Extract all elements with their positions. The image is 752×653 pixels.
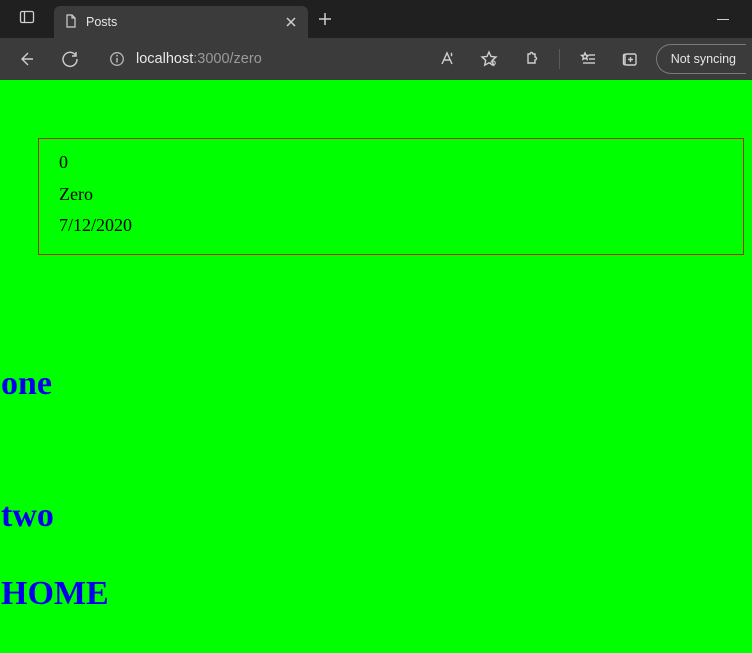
page-viewport: 0 Zero 7/12/2020 one two HOME [0,80,752,653]
url-host: localhost [136,51,193,67]
sync-label: Not syncing [671,52,736,66]
arrow-left-icon [17,50,35,68]
close-icon [286,17,296,27]
link-home[interactable]: HOME [1,575,752,613]
puzzle-icon [522,50,540,68]
refresh-button[interactable] [50,42,90,76]
refresh-icon [61,50,79,68]
site-info-button[interactable] [100,42,134,76]
minimize-icon [717,19,729,20]
favorite-button[interactable] [469,42,509,76]
browser-tab[interactable]: Posts [54,6,308,38]
link-two[interactable]: two [1,497,752,535]
toolbar-divider [559,49,560,69]
post-date: 7/12/2020 [59,210,723,242]
link-one[interactable]: one [1,365,752,403]
collections-icon [621,50,639,68]
window-minimize-button[interactable] [700,0,746,38]
collections-button[interactable] [610,42,650,76]
read-aloud-icon [438,50,456,68]
url-text: localhost:3000/zero [136,51,262,67]
info-icon [109,51,125,67]
back-button[interactable] [6,42,46,76]
read-aloud-button[interactable] [427,42,467,76]
star-icon [480,50,498,68]
page-icon [64,14,78,31]
tab-close-button[interactable] [284,15,298,29]
post-id: 0 [59,147,723,179]
toolbar-right: Not syncing [427,42,746,76]
post-card: 0 Zero 7/12/2020 [38,138,744,255]
star-list-icon [579,50,597,68]
tab-actions-button[interactable] [0,0,54,38]
window-titlebar: Posts [0,0,752,38]
post-title: Zero [59,179,723,211]
favorites-list-button[interactable] [568,42,608,76]
address-bar[interactable]: localhost:3000/zero [100,42,262,76]
extensions-button[interactable] [511,42,551,76]
tab-title: Posts [86,15,276,29]
new-tab-button[interactable] [308,0,342,38]
plus-icon [318,12,332,26]
sync-button[interactable]: Not syncing [656,44,746,74]
tab-actions-icon [19,9,35,30]
nav-links: one two HOME [0,255,752,613]
window-controls [700,0,752,38]
browser-toolbar: localhost:3000/zero Not syncing [0,38,752,80]
url-path: :3000/zero [193,51,262,67]
